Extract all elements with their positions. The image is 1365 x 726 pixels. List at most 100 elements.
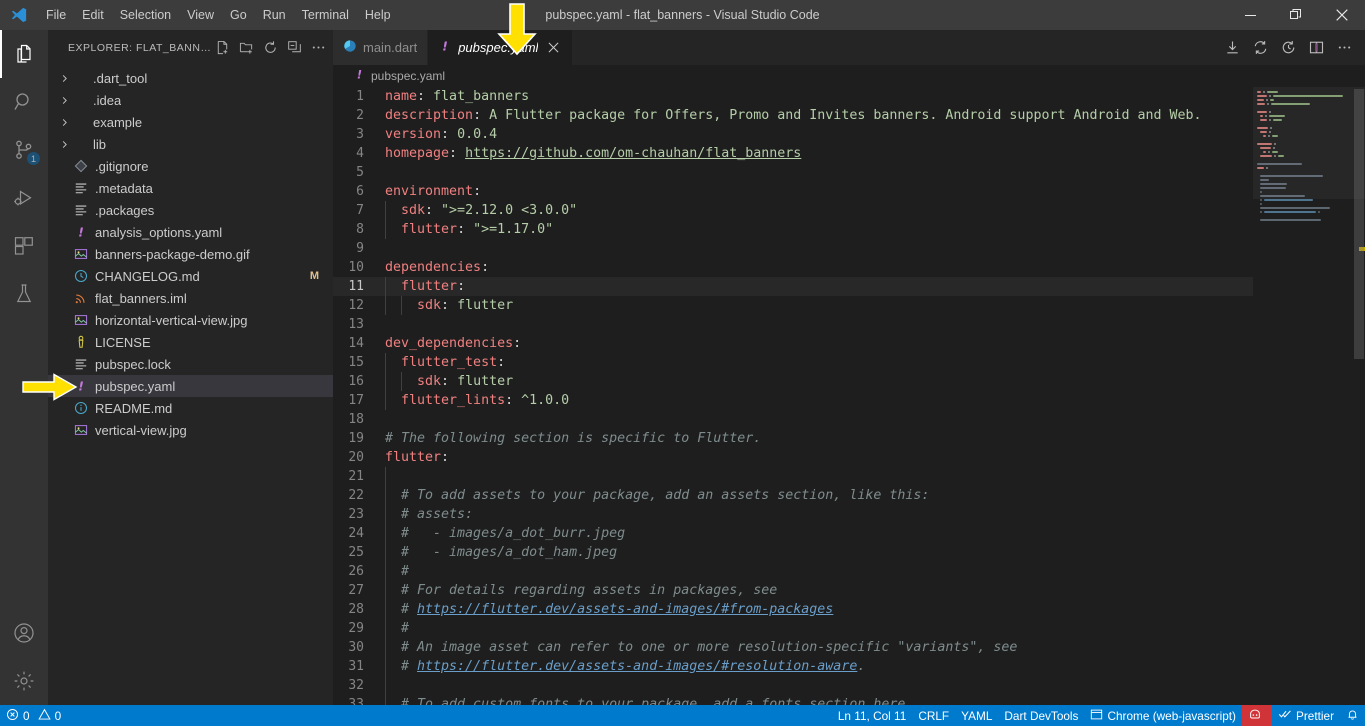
code-line[interactable]: 33 # To add custom fonts to your package… — [333, 695, 1253, 705]
maximize-restore-button[interactable] — [1273, 0, 1319, 30]
more-actions-icon[interactable] — [307, 37, 329, 59]
code-line[interactable]: 6 environment: — [333, 182, 1253, 201]
tree-folder-lib[interactable]: lib — [48, 133, 333, 155]
activity-explorer[interactable] — [0, 30, 48, 78]
code-line[interactable]: 12 sdk: flutter — [333, 296, 1253, 315]
editor-scrollbar[interactable] — [1351, 87, 1365, 705]
code-line[interactable]: 26 # — [333, 562, 1253, 581]
menu-go[interactable]: Go — [222, 0, 255, 30]
run-history-icon[interactable] — [1275, 35, 1301, 61]
menu-terminal[interactable]: Terminal — [294, 0, 357, 30]
tree-file-analysis-options[interactable]: ! analysis_options.yaml — [48, 221, 333, 243]
status-end-of-line[interactable]: CRLF — [912, 705, 955, 726]
code-line[interactable]: 21 — [333, 467, 1253, 486]
minimize-button[interactable] — [1227, 0, 1273, 30]
status-cursor-position[interactable]: Ln 11, Col 11 — [832, 705, 912, 726]
code-line[interactable]: 5 — [333, 163, 1253, 182]
code-line[interactable]: 30 # An image asset can refer to one or … — [333, 638, 1253, 657]
status-prettier[interactable]: Prettier — [1272, 705, 1340, 726]
code-line[interactable]: 25 # - images/a_dot_ham.jpeg — [333, 543, 1253, 562]
code-token[interactable]: https://github.com/om-chauhan/flat_banne… — [465, 146, 801, 161]
code-line[interactable]: 27 # For details regarding assets in pac… — [333, 581, 1253, 600]
tree-file-packages[interactable]: .packages — [48, 199, 333, 221]
code-line[interactable]: 1 name: flat_banners — [333, 87, 1253, 106]
code-line[interactable]: 22 # To add assets to your package, add … — [333, 486, 1253, 505]
refresh-icon[interactable] — [259, 37, 281, 59]
code-token[interactable]: https://flutter.dev/assets-and-images/#r… — [417, 659, 857, 674]
collapse-all-icon[interactable] — [283, 37, 305, 59]
menu-view[interactable]: View — [179, 0, 222, 30]
code-line[interactable]: 23 # assets: — [333, 505, 1253, 524]
code-line[interactable]: 4 homepage: https://github.com/om-chauhan… — [333, 144, 1253, 163]
code-line[interactable]: 28 # https://flutter.dev/assets-and-imag… — [333, 600, 1253, 619]
tree-file-pubspec-lock[interactable]: pubspec.lock — [48, 353, 333, 375]
scrollbar-thumb[interactable] — [1354, 89, 1364, 359]
tree-file-metadata[interactable]: .metadata — [48, 177, 333, 199]
tree-file-readme[interactable]: README.md — [48, 397, 333, 419]
activity-run-debug[interactable] — [0, 174, 48, 222]
status-dart-devtools[interactable]: Dart DevTools — [998, 705, 1084, 726]
activity-extensions[interactable] — [0, 222, 48, 270]
tree-folder-example[interactable]: example — [48, 111, 333, 133]
minimap[interactable] — [1253, 87, 1365, 705]
code-editor[interactable]: 1 name: flat_banners 2 description: A Flutt… — [333, 87, 1365, 705]
split-editor-icon[interactable] — [1303, 35, 1329, 61]
code-line[interactable]: 24 # - images/a_dot_burr.jpeg — [333, 524, 1253, 543]
download-icon[interactable] — [1219, 35, 1245, 61]
tab-pubspec-yaml[interactable]: ! pubspec.yaml — [428, 30, 574, 65]
activity-accounts[interactable] — [0, 609, 48, 657]
status-browser-target[interactable]: Chrome (web-javascript) — [1084, 705, 1242, 726]
tree-file-license[interactable]: LICENSE — [48, 331, 333, 353]
activity-source-control[interactable]: 1 — [0, 126, 48, 174]
minimap-slider[interactable] — [1253, 87, 1365, 199]
code-viewport[interactable]: 1 name: flat_banners 2 description: A Flutt… — [333, 87, 1253, 705]
code-line[interactable]: 16 sdk: flutter — [333, 372, 1253, 391]
tab-main-dart[interactable]: main.dart — [333, 30, 429, 65]
code-line[interactable]: 17 flutter_lints: ^1.0.0 — [333, 391, 1253, 410]
code-line[interactable]: 7 sdk: ">=2.12.0 <3.0.0" — [333, 201, 1253, 220]
menu-run[interactable]: Run — [255, 0, 294, 30]
status-language-mode[interactable]: YAML — [955, 705, 998, 726]
code-line[interactable]: 8 flutter: ">=1.17.0" — [333, 220, 1253, 239]
code-line[interactable]: 10 dependencies: — [333, 258, 1253, 277]
status-live-share[interactable] — [1241, 705, 1272, 726]
menu-edit[interactable]: Edit — [74, 0, 112, 30]
tree-folder-dart-tool[interactable]: .dart_tool — [48, 67, 333, 89]
code-line[interactable]: 9 — [333, 239, 1253, 258]
activity-search[interactable] — [0, 78, 48, 126]
tree-file-flat-banners-iml[interactable]: flat_banners.iml — [48, 287, 333, 309]
tree-file-pubspec-yaml[interactable]: ! pubspec.yaml — [48, 375, 333, 397]
code-token[interactable]: https://flutter.dev/assets-and-images/#f… — [417, 602, 833, 617]
code-line[interactable]: 29 # — [333, 619, 1253, 638]
tree-file-horizontal-vertical-view[interactable]: horizontal-vertical-view.jpg — [48, 309, 333, 331]
code-line[interactable]: 32 — [333, 676, 1253, 695]
code-line[interactable]: 13 — [333, 315, 1253, 334]
close-icon[interactable] — [544, 39, 562, 57]
tree-file-changelog[interactable]: CHANGELOG.md M — [48, 265, 333, 287]
code-line[interactable]: 3 version: 0.0.4 — [333, 125, 1253, 144]
code-line[interactable]: 14 dev_dependencies: — [333, 334, 1253, 353]
code-line[interactable]: 18 — [333, 410, 1253, 429]
sync-icon[interactable] — [1247, 35, 1273, 61]
more-actions-icon[interactable] — [1331, 35, 1357, 61]
tree-file-banners-demo-gif[interactable]: banners-package-demo.gif — [48, 243, 333, 265]
close-button[interactable] — [1319, 0, 1365, 30]
tree-folder-idea[interactable]: .idea — [48, 89, 333, 111]
code-line[interactable]: 11 flutter: — [333, 277, 1253, 296]
status-problems[interactable]: 0 0 — [0, 705, 67, 726]
code-line[interactable]: 20 flutter: — [333, 448, 1253, 467]
code-line[interactable]: 31 # https://flutter.dev/assets-and-imag… — [333, 657, 1253, 676]
activity-manage-settings[interactable] — [0, 657, 48, 705]
tree-file-vertical-view[interactable]: vertical-view.jpg — [48, 419, 333, 441]
tree-file-gitignore[interactable]: .gitignore — [48, 155, 333, 177]
code-line[interactable]: 15 flutter_test: — [333, 353, 1253, 372]
menu-selection[interactable]: Selection — [112, 0, 179, 30]
code-line[interactable]: 2 description: A Flutter package for Offe… — [333, 106, 1253, 125]
new-folder-icon[interactable] — [235, 37, 257, 59]
menu-help[interactable]: Help — [357, 0, 399, 30]
menu-file[interactable]: File — [38, 0, 74, 30]
code-line[interactable]: 19 # The following section is specific to… — [333, 429, 1253, 448]
activity-testing[interactable] — [0, 270, 48, 318]
breadcrumb[interactable]: ! pubspec.yaml — [333, 65, 1365, 87]
status-notifications[interactable] — [1340, 705, 1365, 726]
